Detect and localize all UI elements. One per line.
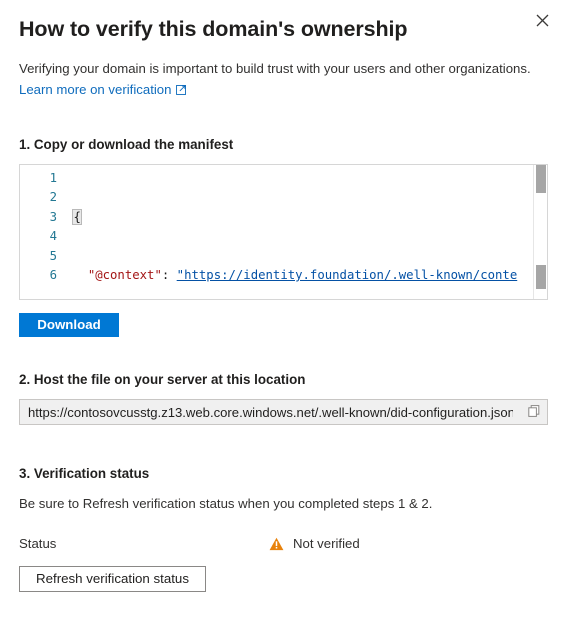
step-1-section: 1. Copy or download the manifest 1 2 3 4… [0, 136, 567, 337]
step-3-section: 3. Verification status Be sure to Refres… [0, 465, 567, 592]
download-button[interactable]: Download [19, 313, 119, 337]
json-value-context-url[interactable]: "https://identity.foundation/.well-known… [177, 268, 518, 282]
learn-more-link-row[interactable]: Learn more on verification [19, 80, 187, 99]
warning-icon [269, 537, 284, 551]
line-number: 6 [49, 267, 57, 282]
panel-header: How to verify this domain's ownership [0, 0, 567, 46]
host-url-input[interactable] [20, 404, 521, 420]
editor-line-numbers: 1 2 3 4 5 6 [20, 165, 70, 299]
line-number: 2 [49, 190, 57, 205]
step-2-section: 2. Host the file on your server at this … [0, 371, 567, 425]
line-number: 4 [49, 229, 57, 244]
host-url-field[interactable] [19, 399, 548, 425]
close-button[interactable] [526, 6, 558, 38]
step-3-description: Be sure to Refresh verification status w… [19, 496, 433, 511]
status-text: Not verified [293, 536, 360, 551]
scrollbar-thumb-bottom[interactable] [536, 265, 546, 289]
code-line-2: "@context": "https://identity.foundation… [70, 266, 547, 285]
step-1-heading: 1. Copy or download the manifest [19, 137, 234, 152]
editor-code-area[interactable]: { "@context": "https://identity.foundati… [70, 165, 547, 299]
scrollbar-thumb-top[interactable] [536, 165, 546, 193]
verify-domain-panel: How to verify this domain's ownership Ve… [0, 0, 567, 642]
close-icon [536, 14, 549, 30]
learn-more-link[interactable]: Learn more on verification [19, 80, 171, 99]
json-open-brace: { [71, 208, 83, 225]
manifest-code-editor[interactable]: 1 2 3 4 5 6 { "@context": "https://ident… [19, 164, 548, 300]
copy-icon [527, 404, 541, 421]
intro-block: Verifying your domain is important to bu… [0, 59, 567, 99]
step-3-heading: 3. Verification status [19, 466, 150, 481]
status-badge: Not verified [269, 536, 360, 551]
line-number: 1 [49, 171, 57, 185]
copy-url-button[interactable] [521, 400, 547, 424]
code-line-1: { [70, 208, 547, 227]
json-key-context: "@context" [87, 268, 162, 283]
editor-vertical-scrollbar[interactable] [533, 165, 547, 299]
external-link-icon [176, 84, 187, 95]
intro-description: Verifying your domain is important to bu… [19, 61, 531, 76]
line-number: 3 [49, 209, 57, 224]
page-title: How to verify this domain's ownership [19, 17, 408, 41]
step-2-heading: 2. Host the file on your server at this … [19, 372, 306, 387]
refresh-verification-button[interactable]: Refresh verification status [19, 566, 206, 592]
status-row: Status Not verified [0, 536, 567, 551]
status-label: Status [19, 536, 57, 551]
line-number: 5 [49, 248, 57, 263]
